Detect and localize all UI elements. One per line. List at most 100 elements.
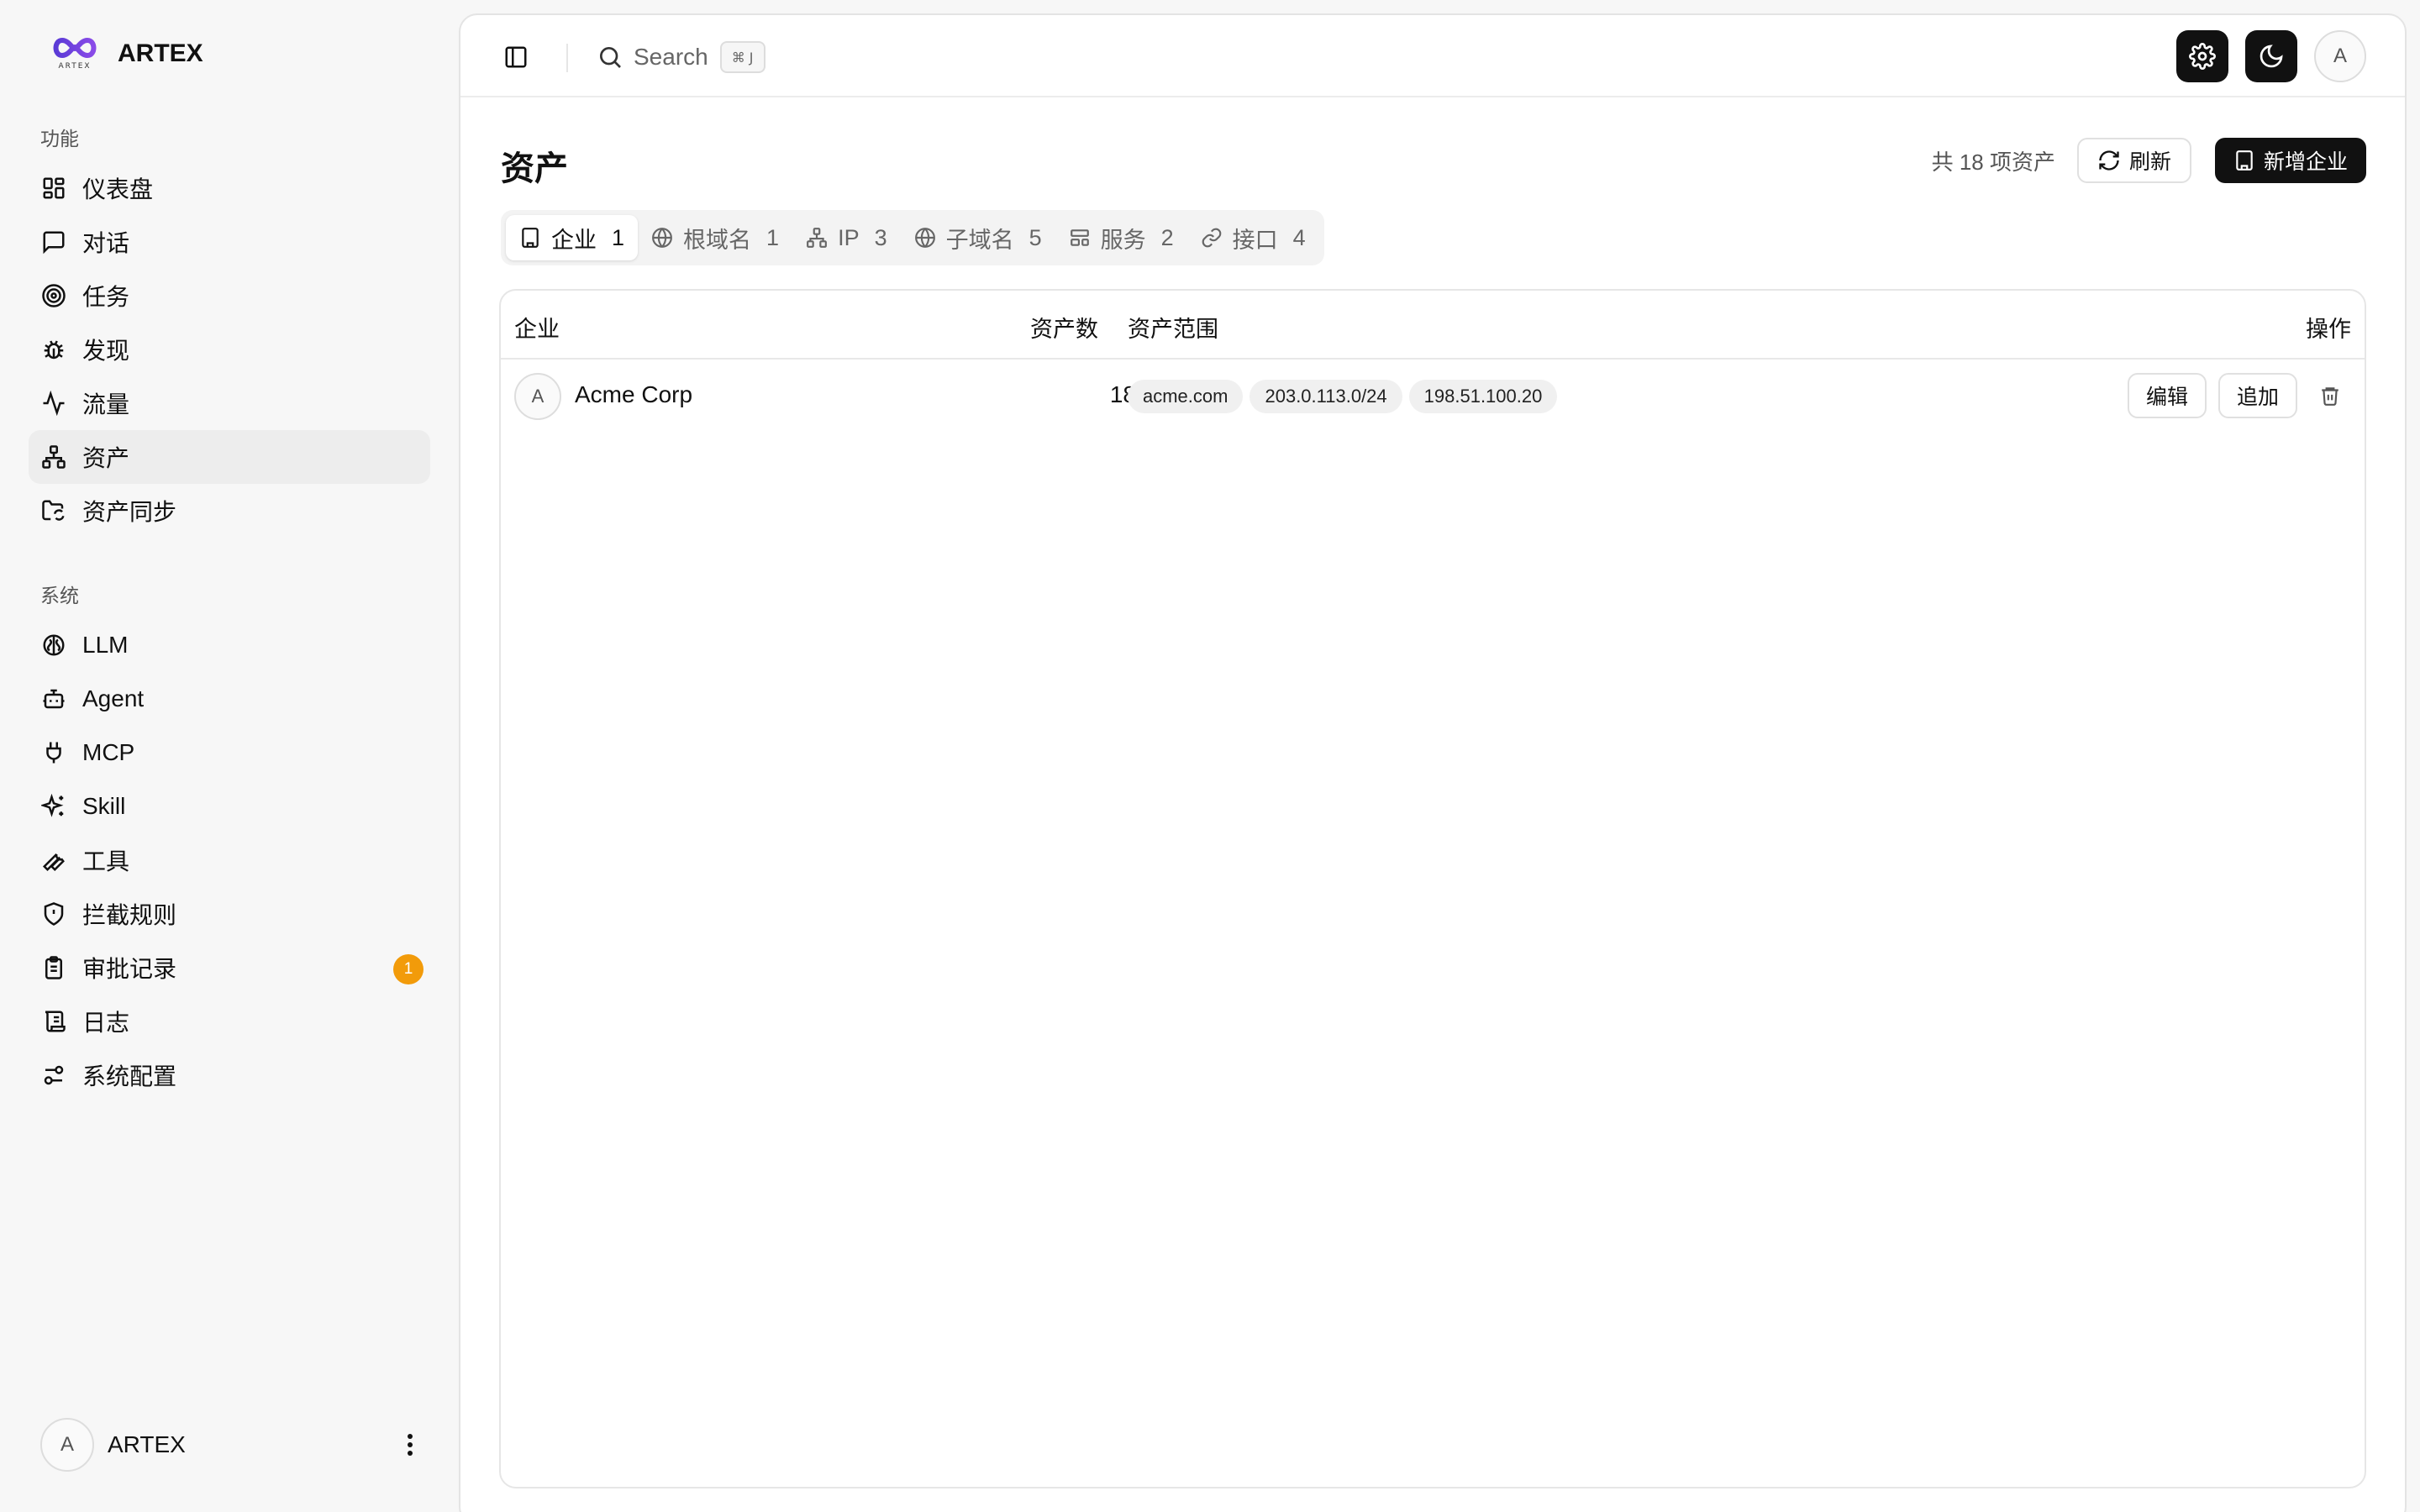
add-company-button[interactable]: 新增企业: [2214, 138, 2366, 183]
sidebar-item-dashboard[interactable]: 仪表盘: [29, 161, 430, 215]
sidebar-item-tools[interactable]: 工具: [29, 833, 430, 887]
user-name: ARTEX: [108, 1431, 186, 1457]
sidebar-item-logs[interactable]: 日志: [29, 995, 430, 1048]
asset-tabs: 企业 1 根域名 1 IP 3 子域名 5 服务 2 接口 4: [501, 210, 1324, 265]
sidebar-item-label: 系统配置: [82, 1063, 177, 1089]
edit-button[interactable]: 编辑: [2127, 373, 2207, 418]
asset-scope-list: acme.com 203.0.113.0/24 198.51.100.20: [1128, 380, 1558, 413]
topbar: Search ⌘ J A: [460, 15, 2405, 97]
target-icon: [40, 282, 67, 309]
plug-icon: [40, 739, 67, 766]
sidebar-item-label: 对话: [82, 230, 130, 256]
service-icon: [1070, 229, 1089, 246]
tab-company[interactable]: 企业 1: [506, 215, 639, 260]
tab-ip[interactable]: IP 3: [792, 215, 901, 260]
tab-service[interactable]: 服务 2: [1055, 215, 1187, 260]
table-header: 企业 资产数 资产范围 操作: [501, 291, 2365, 360]
shield-icon: [40, 900, 67, 927]
sidebar-item-agent[interactable]: Agent: [29, 672, 430, 726]
column-header-company: 企业: [514, 317, 560, 342]
tab-count: 2: [1160, 224, 1174, 250]
sidebar: ARTEX ARTEX 功能 仪表盘 对话 任务 发现 流量 资产 资产同步 系…: [0, 0, 459, 1512]
search-input[interactable]: Search ⌘ J: [597, 39, 765, 76]
avatar[interactable]: A: [2314, 30, 2366, 82]
tab-label: 子域名: [945, 227, 1014, 253]
sidebar-item-chat[interactable]: 对话: [29, 215, 430, 269]
wrench-icon: [40, 847, 67, 874]
sidebar-item-findings[interactable]: 发现: [29, 323, 430, 376]
company-name: Acme Corp: [575, 381, 693, 407]
sidebar-item-traffic[interactable]: 流量: [29, 376, 430, 430]
refresh-button[interactable]: 刷新: [2076, 138, 2191, 183]
settings-sliders-icon: [40, 1062, 67, 1089]
folder-sync-icon: [40, 497, 67, 524]
column-header-count: 资产数: [1030, 317, 1098, 342]
company-avatar: A: [514, 373, 561, 420]
sidebar-item-label: 仪表盘: [82, 176, 154, 202]
scroll-icon: [40, 1008, 67, 1035]
topbar-actions: A: [2176, 30, 2366, 82]
search-icon: [597, 44, 623, 71]
sparkles-icon: [40, 793, 67, 820]
nav-features: 仪表盘 对话 任务 发现 流量 资产 资产同步: [29, 161, 430, 538]
network-icon: [807, 228, 827, 248]
sidebar-item-intercept-rules[interactable]: 拦截规则: [29, 887, 430, 941]
asset-table: 企业 资产数 资产范围 操作 A Acme Corp 18 acme.com 2…: [499, 289, 2366, 1488]
sidebar-item-label: 资产: [82, 445, 130, 471]
nav-system: LLM Agent MCP Skill 工具 拦截规则 审批记录 1 日志 系统…: [29, 618, 430, 1102]
sidebar-item-tasks[interactable]: 任务: [29, 269, 430, 323]
activity-icon: [40, 390, 67, 417]
sidebar-item-label: 资产同步: [82, 499, 177, 525]
sidebar-item-skill[interactable]: Skill: [29, 780, 430, 833]
search-placeholder: Search: [634, 44, 708, 70]
tab-label: 接口: [1232, 227, 1278, 253]
sidebar-item-llm[interactable]: LLM: [29, 618, 430, 672]
tab-root-domain[interactable]: 根域名 1: [638, 215, 792, 260]
clipboard-icon: [40, 954, 67, 981]
avatar: A: [40, 1418, 94, 1472]
sidebar-item-label: 日志: [82, 1010, 130, 1036]
sidebar-item-label: 审批记录: [82, 956, 177, 982]
theme-toggle-button[interactable]: [2245, 30, 2297, 82]
logo-icon: ARTEX: [50, 34, 99, 74]
building-icon: [522, 228, 539, 248]
table-row[interactable]: A Acme Corp 18 acme.com 203.0.113.0/24 1…: [501, 360, 2365, 435]
user-menu[interactable]: A ARTEX: [40, 1418, 427, 1472]
column-header-actions: 操作: [2306, 317, 2351, 342]
sidebar-item-label: Agent: [82, 685, 145, 711]
sidebar-item-label: 拦截规则: [82, 902, 177, 928]
sidebar-item-system-config[interactable]: 系统配置: [29, 1048, 430, 1102]
brand-name: ARTEX: [118, 39, 203, 67]
gear-icon: [2189, 43, 2216, 70]
asset-total: 共 18 项资产: [1931, 149, 2055, 175]
page-title: 资产: [501, 150, 568, 187]
sidebar-item-label: 工具: [82, 848, 130, 874]
sidebar-item-mcp[interactable]: MCP: [29, 726, 430, 780]
sidebar-toggle-icon[interactable]: [499, 40, 533, 74]
tab-api[interactable]: 接口 4: [1187, 215, 1319, 260]
delete-button[interactable]: [2309, 375, 2351, 417]
sidebar-item-assets[interactable]: 资产: [29, 430, 430, 484]
refresh-label: 刷新: [2128, 150, 2171, 174]
tab-count: 3: [874, 224, 887, 250]
sidebar-item-approvals[interactable]: 审批记录 1: [29, 941, 430, 995]
sidebar-item-label: 流量: [82, 391, 130, 417]
sidebar-item-label: Skill: [82, 793, 126, 819]
scope-chip: 198.51.100.20: [1408, 380, 1558, 413]
append-button[interactable]: 追加: [2217, 373, 2297, 418]
building-icon: [2236, 150, 2253, 171]
sidebar-item-asset-sync[interactable]: 资产同步: [29, 484, 430, 538]
sidebar-item-label: 发现: [82, 338, 130, 364]
tab-label: 企业: [551, 227, 597, 253]
column-header-scope: 资产范围: [1128, 317, 1218, 342]
tab-label: IP: [838, 224, 860, 250]
scope-chip: 203.0.113.0/24: [1249, 380, 1402, 413]
refresh-icon: [2099, 150, 2119, 171]
settings-button[interactable]: [2176, 30, 2228, 82]
brand[interactable]: ARTEX ARTEX: [50, 34, 203, 74]
tab-count: 1: [612, 224, 625, 250]
notification-badge: 1: [393, 954, 424, 984]
tab-subdomain[interactable]: 子域名 5: [901, 215, 1055, 260]
more-vertical-icon[interactable]: [393, 1428, 427, 1462]
scope-chip: acme.com: [1128, 380, 1244, 413]
